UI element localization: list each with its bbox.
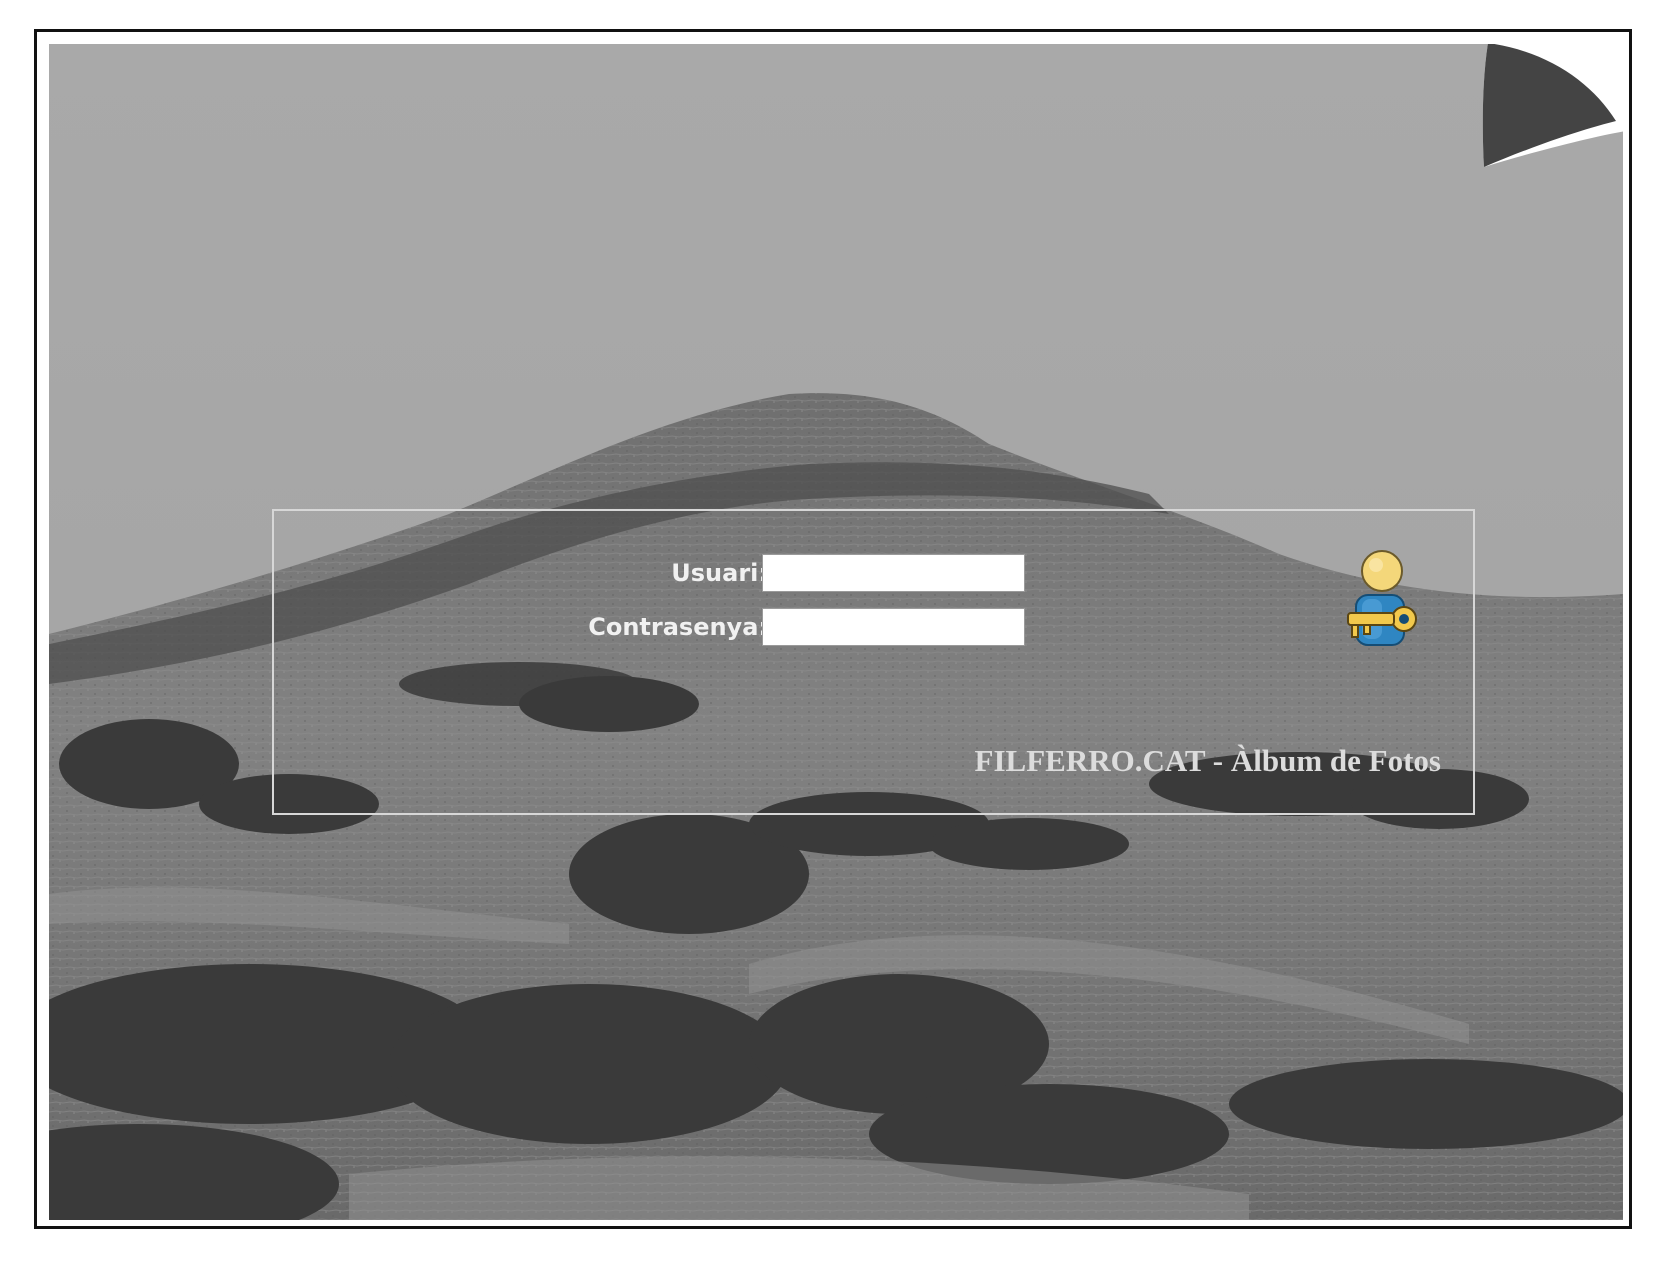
- page-curl-icon: [1482, 44, 1623, 167]
- username-row: Usuari:: [274, 553, 1034, 593]
- login-panel: Usuari: Contrasenya: FILFERRO.CAT - Àlbu…: [272, 509, 1475, 815]
- photo-frame: Usuari: Contrasenya: FILFERRO.CAT - Àlbu…: [34, 29, 1632, 1229]
- user-key-icon[interactable]: [1344, 549, 1420, 653]
- album-title: FILFERRO.CAT - Àlbum de Fotos: [974, 743, 1441, 778]
- password-input[interactable]: [762, 608, 1025, 646]
- username-input[interactable]: [762, 554, 1025, 592]
- username-label: Usuari:: [671, 559, 768, 587]
- password-row: Contrasenya:: [274, 607, 1034, 647]
- password-label: Contrasenya:: [588, 613, 768, 641]
